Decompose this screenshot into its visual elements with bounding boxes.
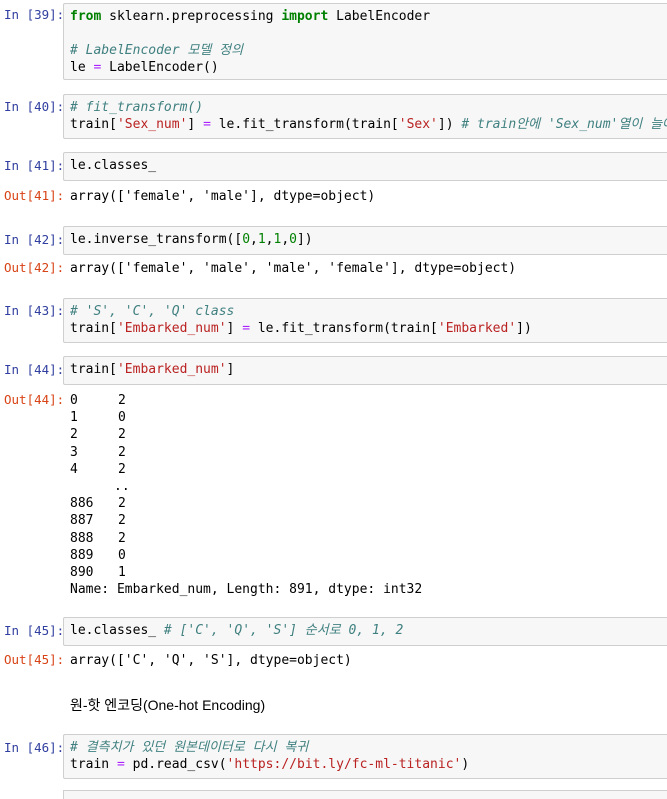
code-line: # 결측치가 있던 원본데이터로 다시 복귀 [70,740,309,755]
code-line: train['Embarked_num'] [70,362,235,377]
cell-output: array(['female', 'male', 'male', 'female… [70,260,667,277]
output-line: array(['female', 'male'], dtype=object) [70,189,376,204]
input-prompt: In [45]: [4,623,65,638]
code-line: from sklearn.preprocessing import LabelE… [70,9,431,24]
code-line: le.inverse_transform([0,1,1,0]) [70,232,313,247]
cell-output: array(['female', 'male'], dtype=object) [70,188,667,205]
code-line: # LabelEncoder 모델 정의 [70,43,244,58]
input-prompt: In [42]: [4,232,65,247]
input-prompt: In [40]: [4,99,65,114]
code-line: le = LabelEncoder() [70,60,219,75]
code-input[interactable]: # fit_transform() train['Sex_num'] = le.… [63,94,667,139]
code-input[interactable]: le.classes_ # ['C', 'Q', 'S'] 순서로 0, 1, … [63,617,667,646]
code-input[interactable]: # 'S', 'C', 'Q' class train['Embarked_nu… [63,298,667,343]
code-line: train['Embarked_num'] = le.fit_transform… [70,321,532,336]
code-line: # 'S', 'C', 'Q' class [70,304,235,319]
output-prompt: Out[42]: [4,260,65,275]
cell-output: array(['C', 'Q', 'S'], dtype=object) [70,652,667,669]
code-input[interactable]: le.classes_ [63,152,667,181]
code-input[interactable]: le.inverse_transform([0,1,1,0]) [63,226,667,255]
code-line: # fit_transform() [70,100,204,115]
input-prompt: In [43]: [4,303,65,318]
code-input[interactable]: train['Embarked_num'] [63,356,667,385]
code-line: le.classes_ [70,158,157,173]
markdown-cell[interactable]: 원-핫 엔코딩(One-hot Encoding) [70,695,265,715]
code-line: train = pd.read_csv('https://bit.ly/fc-m… [70,757,470,772]
output-line: array(['C', 'Q', 'S'], dtype=object) [70,653,352,668]
output-line: array(['female', 'male', 'male', 'female… [70,261,517,276]
code-line: train['Sex_num'] = le.fit_transform(trai… [70,117,667,132]
input-prompt: In [46]: [4,740,65,755]
output-prompt: Out[44]: [4,392,65,407]
input-prompt: In [41]: [4,158,65,173]
output-prompt: Out[45]: [4,652,65,667]
input-prompt: In [44]: [4,362,65,377]
input-prompt: In [39]: [4,7,65,22]
code-input[interactable]: # 결측치가 있던 원본데이터로 다시 복귀 train = pd.read_c… [63,734,667,779]
output-prompt: Out[41]: [4,188,65,203]
code-input[interactable]: from sklearn.preprocessing import LabelE… [63,3,667,80]
code-line: le.classes_ # ['C', 'Q', 'S'] 순서로 0, 1, … [70,623,404,638]
